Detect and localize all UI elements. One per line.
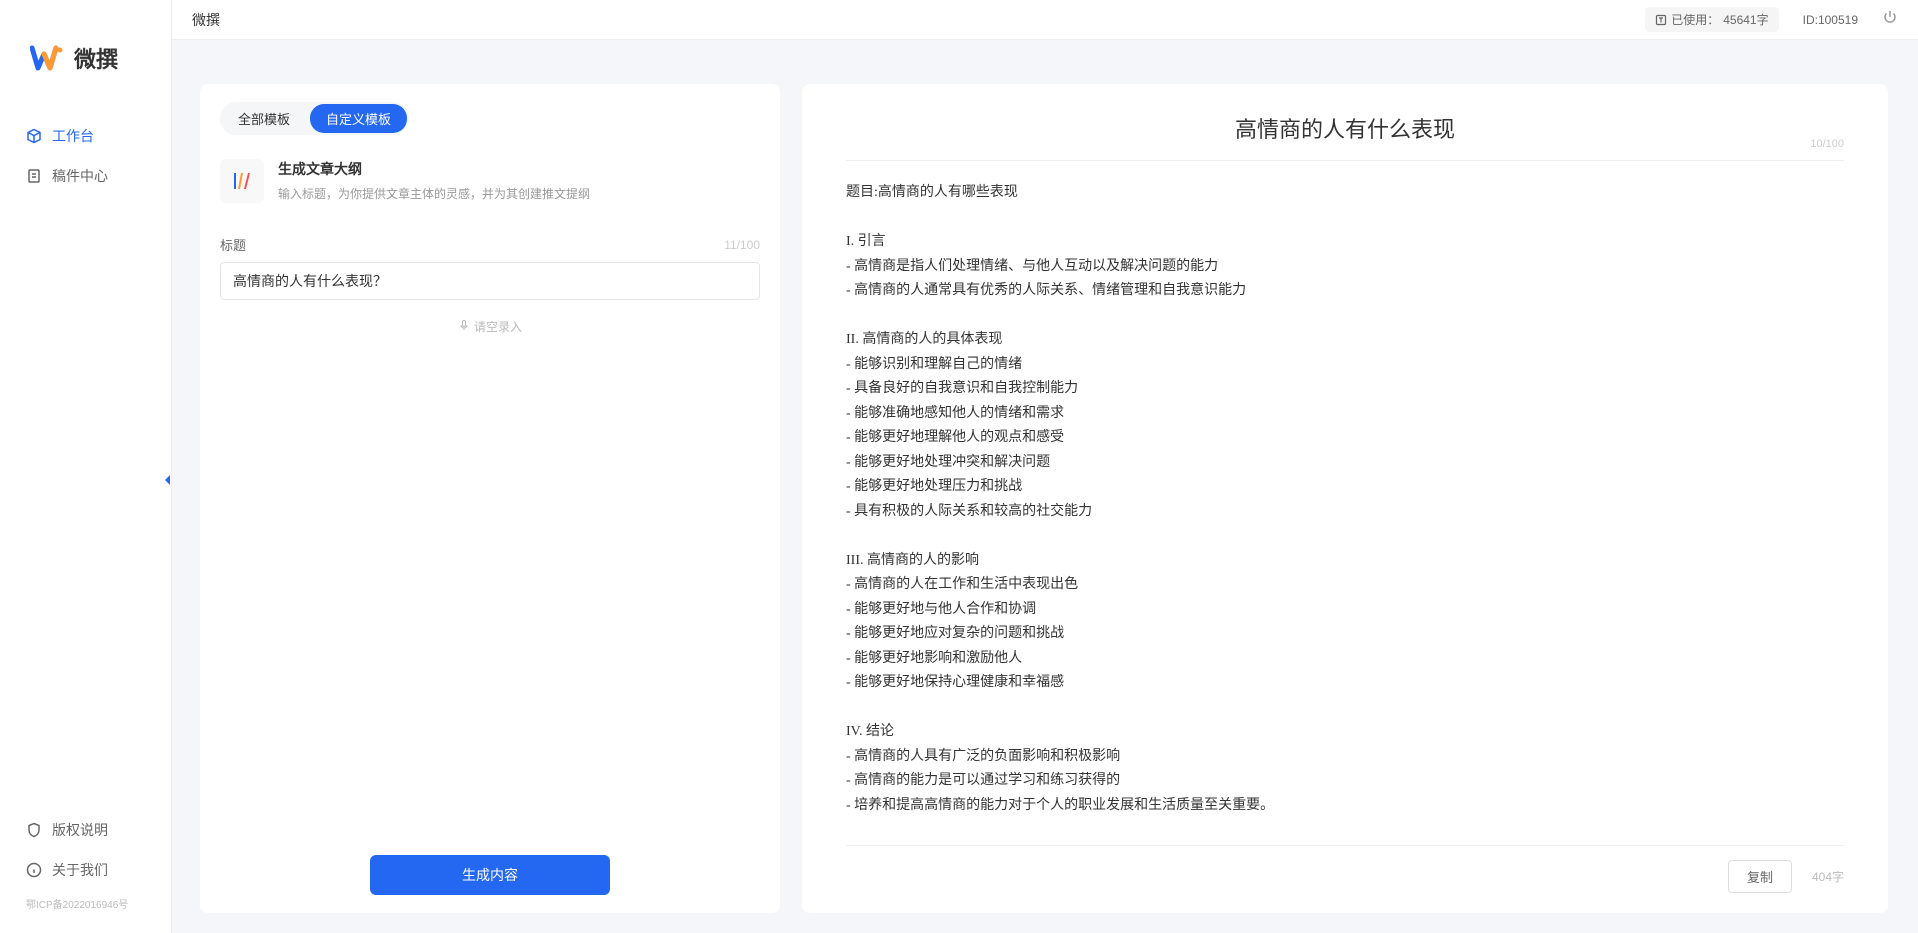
nav-copyright[interactable]: 版权说明 (0, 810, 171, 850)
nav-list: 工作台 稿件中心 (0, 116, 171, 810)
title-label: 标题 (220, 235, 246, 254)
voice-label: 请空录入 (474, 318, 522, 335)
usage-badge[interactable]: 已使用： 45641字 (1645, 7, 1778, 32)
nav-workspace[interactable]: 工作台 (0, 116, 171, 156)
nav-drafts[interactable]: 稿件中心 (0, 156, 171, 196)
logo-icon (30, 40, 66, 76)
microphone-icon (458, 319, 470, 334)
voice-input[interactable]: 请空录入 (220, 318, 760, 335)
left-panel: 全部模板 自定义模板 生成文章大纲 输入标题，为你提供文章主体的灵感，并为其创建… (200, 84, 780, 913)
document-icon (26, 168, 42, 184)
text-icon (1655, 14, 1667, 26)
logo-text: 微撰 (74, 42, 118, 74)
output-title-row: 高情商的人有什么表现 10/100 (846, 112, 1844, 161)
cube-icon (26, 128, 42, 144)
template-info: 生成文章大纲 输入标题，为你提供文章主体的灵感，并为其创建推文提纲 (278, 159, 760, 203)
bottom-nav: 版权说明 关于我们 鄂ICP备2022016946号 (0, 810, 171, 933)
nav-label: 工作台 (52, 126, 94, 146)
template-tabs: 全部模板 自定义模板 (220, 102, 409, 135)
nav-label: 版权说明 (52, 820, 108, 840)
title-input[interactable] (220, 262, 760, 300)
right-panel: 高情商的人有什么表现 10/100 题目:高情商的人有哪些表现 I. 引言 - … (802, 84, 1888, 913)
nav-label: 稿件中心 (52, 166, 108, 186)
usage-value: 45641字 (1723, 11, 1768, 28)
sidebar: 微撰 工作台 稿件中心 (0, 0, 172, 933)
icp-text: 鄂ICP备2022016946号 (0, 890, 171, 917)
tab-custom-templates[interactable]: 自定义模板 (310, 104, 407, 133)
page-title: 微撰 (192, 10, 220, 30)
main-area: 全部模板 自定义模板 生成文章大纲 输入标题，为你提供文章主体的灵感，并为其创建… (172, 40, 1918, 933)
usage-label: 已使用： (1671, 11, 1719, 28)
template-desc: 输入标题，为你提供文章主体的灵感，并为其创建推文提纲 (278, 185, 760, 202)
info-icon (26, 862, 42, 878)
left-panel-footer: 生成内容 (220, 835, 760, 895)
title-char-count: 11/100 (724, 238, 760, 252)
template-name: 生成文章大纲 (278, 159, 760, 179)
power-icon[interactable] (1882, 9, 1898, 30)
template-icon (220, 159, 264, 203)
tab-all-templates[interactable]: 全部模板 (222, 104, 306, 133)
shield-icon (26, 822, 42, 838)
user-id: ID:100519 (1803, 13, 1858, 27)
sidebar-collapse-handle[interactable] (160, 468, 174, 492)
template-card[interactable]: 生成文章大纲 输入标题，为你提供文章主体的灵感，并为其创建推文提纲 (220, 155, 760, 207)
logo[interactable]: 微撰 (0, 0, 171, 116)
output-word-count: 404字 (1812, 868, 1844, 885)
nav-about[interactable]: 关于我们 (0, 850, 171, 890)
copy-button[interactable]: 复制 (1728, 860, 1792, 893)
output-content[interactable]: 题目:高情商的人有哪些表现 I. 引言 - 高情商是指人们处理情绪、与他人互动以… (846, 161, 1844, 845)
output-title[interactable]: 高情商的人有什么表现 (846, 112, 1844, 144)
right-panel-footer: 复制 404字 (846, 845, 1844, 893)
nav-label: 关于我们 (52, 860, 108, 880)
output-title-count: 10/100 (1810, 138, 1844, 150)
header-right: 已使用： 45641字 ID:100519 (1645, 7, 1898, 32)
title-form: 标题 11/100 请空录入 (220, 235, 760, 335)
generate-button[interactable]: 生成内容 (370, 855, 610, 895)
top-header: 微撰 已使用： 45641字 ID:100519 (172, 0, 1918, 40)
